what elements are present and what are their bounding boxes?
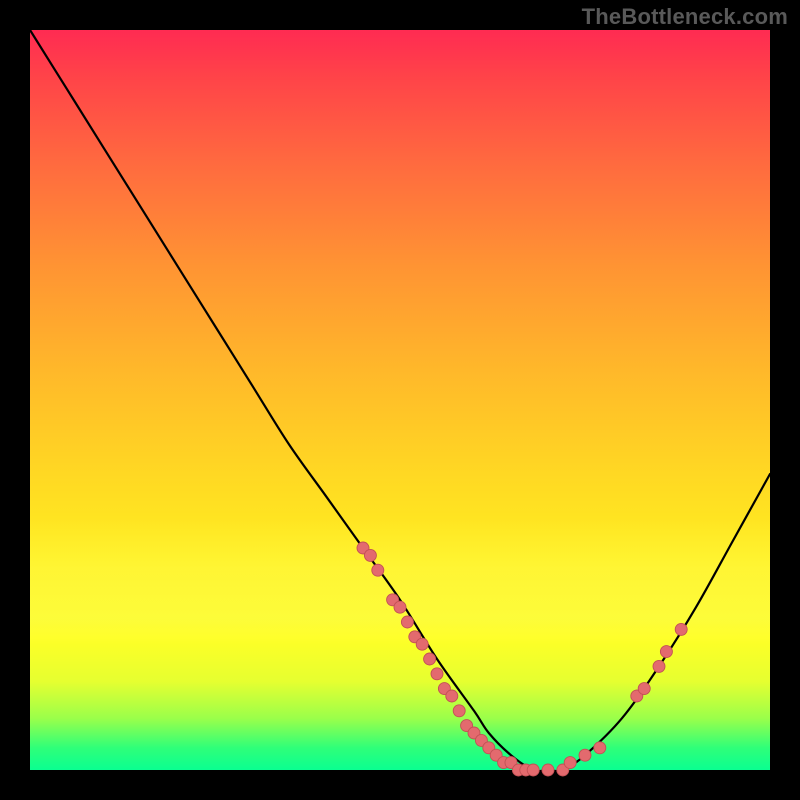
data-marker (594, 742, 606, 754)
data-marker (394, 601, 406, 613)
data-marker (660, 646, 672, 658)
data-marker (446, 690, 458, 702)
data-marker (579, 749, 591, 761)
data-marker (424, 653, 436, 665)
data-marker (453, 705, 465, 717)
data-marker (564, 757, 576, 769)
data-marker (653, 660, 665, 672)
data-marker (364, 549, 376, 561)
data-marker (527, 764, 539, 776)
data-markers (357, 542, 687, 776)
curve-layer (30, 30, 770, 770)
data-marker (638, 683, 650, 695)
data-marker (372, 564, 384, 576)
chart-container: TheBottleneck.com (0, 0, 800, 800)
data-marker (416, 638, 428, 650)
bottleneck-curve (30, 30, 770, 771)
plot-area (30, 30, 770, 770)
data-marker (431, 668, 443, 680)
data-marker (542, 764, 554, 776)
data-marker (401, 616, 413, 628)
data-marker (675, 623, 687, 635)
watermark-text: TheBottleneck.com (582, 4, 788, 30)
